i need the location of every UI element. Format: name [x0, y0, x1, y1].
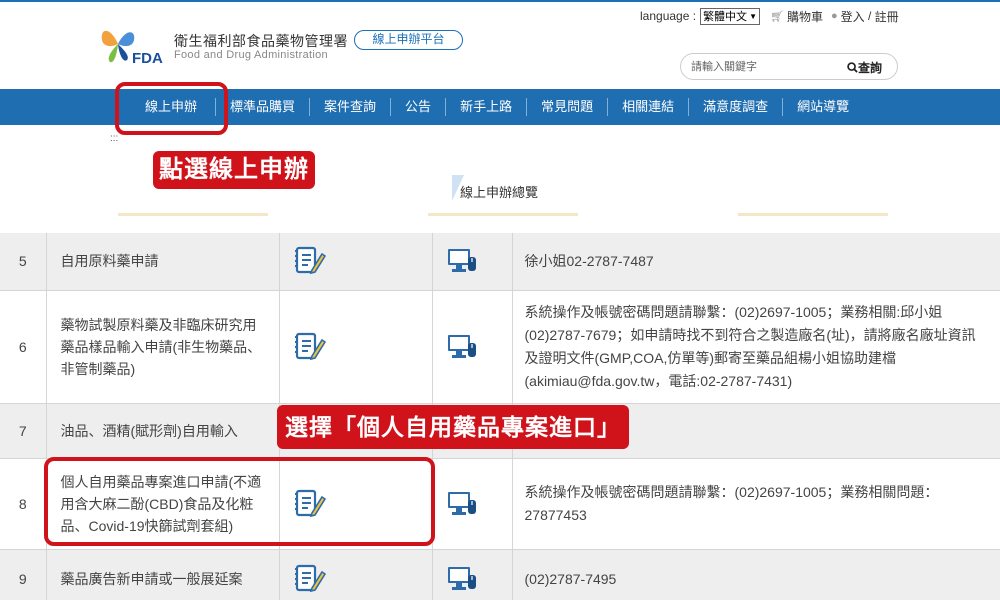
nav-case-query[interactable]: 案件查詢	[310, 98, 392, 116]
highlight-online-application	[115, 82, 228, 135]
language-label: language :	[640, 9, 697, 23]
contact-info: 系統操作及帳號密碼問題請聯繫：(02)2697-1005；業務相關:邱小姐(02…	[512, 290, 1000, 404]
nav-satisfaction-survey[interactable]: 滿意度調查	[689, 98, 784, 116]
doc-cell	[279, 549, 433, 600]
nav-getting-started[interactable]: 新手上路	[446, 98, 528, 116]
doc-cell	[279, 290, 433, 404]
service-name: 油品、酒精(賦形劑)自用輸入	[46, 403, 280, 459]
service-name: 藥品廣告新申請或一般展延案	[46, 549, 280, 600]
section-title: 線上申辦總覽	[460, 185, 539, 200]
row-number: 7	[0, 403, 47, 459]
nav-standards-purchase[interactable]: 標準品購買	[216, 98, 311, 116]
org-name-cn: 衛生福利部食品藥物管理署	[174, 33, 348, 49]
cart-icon: 🛒︎	[769, 10, 784, 23]
search-button[interactable]: 查詢	[847, 59, 882, 76]
search-button-label: 查詢	[858, 61, 883, 75]
computer-icon[interactable]	[447, 566, 512, 592]
pc-cell	[432, 233, 513, 291]
nav-related-links[interactable]: 相關連結	[608, 98, 690, 116]
logo-fda-text: FDA	[132, 50, 163, 67]
row-number: 6	[0, 290, 47, 404]
cart-link[interactable]: 🛒︎ 購物車	[770, 8, 823, 25]
search-box: 查詢	[680, 53, 898, 80]
row-number: 8	[0, 458, 47, 550]
table-row: 5 自用原料藥申請 徐小姐02-2787-7487	[0, 233, 1000, 291]
cart-label: 購物車	[786, 9, 823, 24]
language-selected-value: 繁體中文	[703, 11, 748, 23]
computer-icon[interactable]	[447, 334, 512, 360]
contact-info: 徐小姐02-2787-7487	[512, 233, 1000, 291]
slash-separator: /	[864, 9, 875, 23]
breadcrumb: :::	[110, 133, 119, 144]
chevron-down-icon: ▼	[749, 11, 757, 21]
login-link[interactable]: 登入	[841, 8, 865, 25]
callout-select-personal-import: 選擇「個人自用藥品專案進口」	[277, 405, 629, 449]
highlight-personal-import-row	[44, 457, 435, 546]
table-row: 9 藥品廣告新申請或一般展延案 (02)2787-7495	[0, 549, 1000, 600]
top-accent-line	[0, 0, 1000, 2]
row-number: 9	[0, 549, 47, 600]
contact-info: (02)2787-7495	[512, 549, 1000, 600]
login-register: ● 登入 / 註冊	[831, 8, 899, 25]
user-icon: ●	[830, 10, 838, 22]
fda-logo[interactable]: FDA 衛生福利部食品藥物管理署 Food and Drug Administr…	[98, 22, 348, 70]
nav-announcements[interactable]: 公告	[391, 98, 447, 116]
nav-sitemap[interactable]: 網站導覽	[783, 98, 863, 116]
pc-cell	[432, 458, 513, 550]
service-name: 藥物試製原料藥及非臨床研究用藥品樣品輸入申請(非生物藥品、非管制藥品)	[46, 290, 280, 404]
nav-items: 線上申辦 標準品購買 案件查詢 公告 新手上路 常見問題 相關連結 滿意度調查 …	[125, 89, 863, 125]
doc-cell	[279, 233, 433, 291]
org-name-en: Food and Drug Administration	[174, 49, 328, 61]
document-form-icon[interactable]	[294, 246, 432, 276]
pc-cell	[432, 549, 513, 600]
online-platform-button[interactable]: 線上申辦平台	[354, 30, 463, 50]
row-number: 5	[0, 233, 47, 291]
document-form-icon[interactable]	[294, 564, 432, 594]
tab-shadow-lines	[118, 213, 888, 217]
service-name: 自用原料藥申請	[46, 233, 280, 291]
document-form-icon[interactable]	[294, 332, 432, 362]
computer-icon[interactable]	[447, 248, 512, 274]
language-select[interactable]: 繁體中文 ▼	[700, 7, 760, 25]
pc-cell	[432, 290, 513, 404]
register-link[interactable]: 註冊	[875, 8, 899, 25]
computer-icon[interactable]	[447, 491, 512, 517]
contact-info: 系統操作及帳號密碼問題請聯繫：(02)2697-1005；業務相關問題：2787…	[512, 458, 1000, 550]
nav-faq[interactable]: 常見問題	[527, 98, 609, 116]
table-row: 6 藥物試製原料藥及非臨床研究用藥品樣品輸入申請(非生物藥品、非管制藥品) 系統…	[0, 290, 1000, 404]
search-input[interactable]	[691, 59, 831, 75]
search-icon	[847, 62, 858, 73]
callout-click-online-application: 點選線上申辦	[153, 151, 315, 189]
top-links: language : 繁體中文 ▼ 🛒︎ 購物車 ● 登入 / 註冊	[640, 7, 899, 25]
